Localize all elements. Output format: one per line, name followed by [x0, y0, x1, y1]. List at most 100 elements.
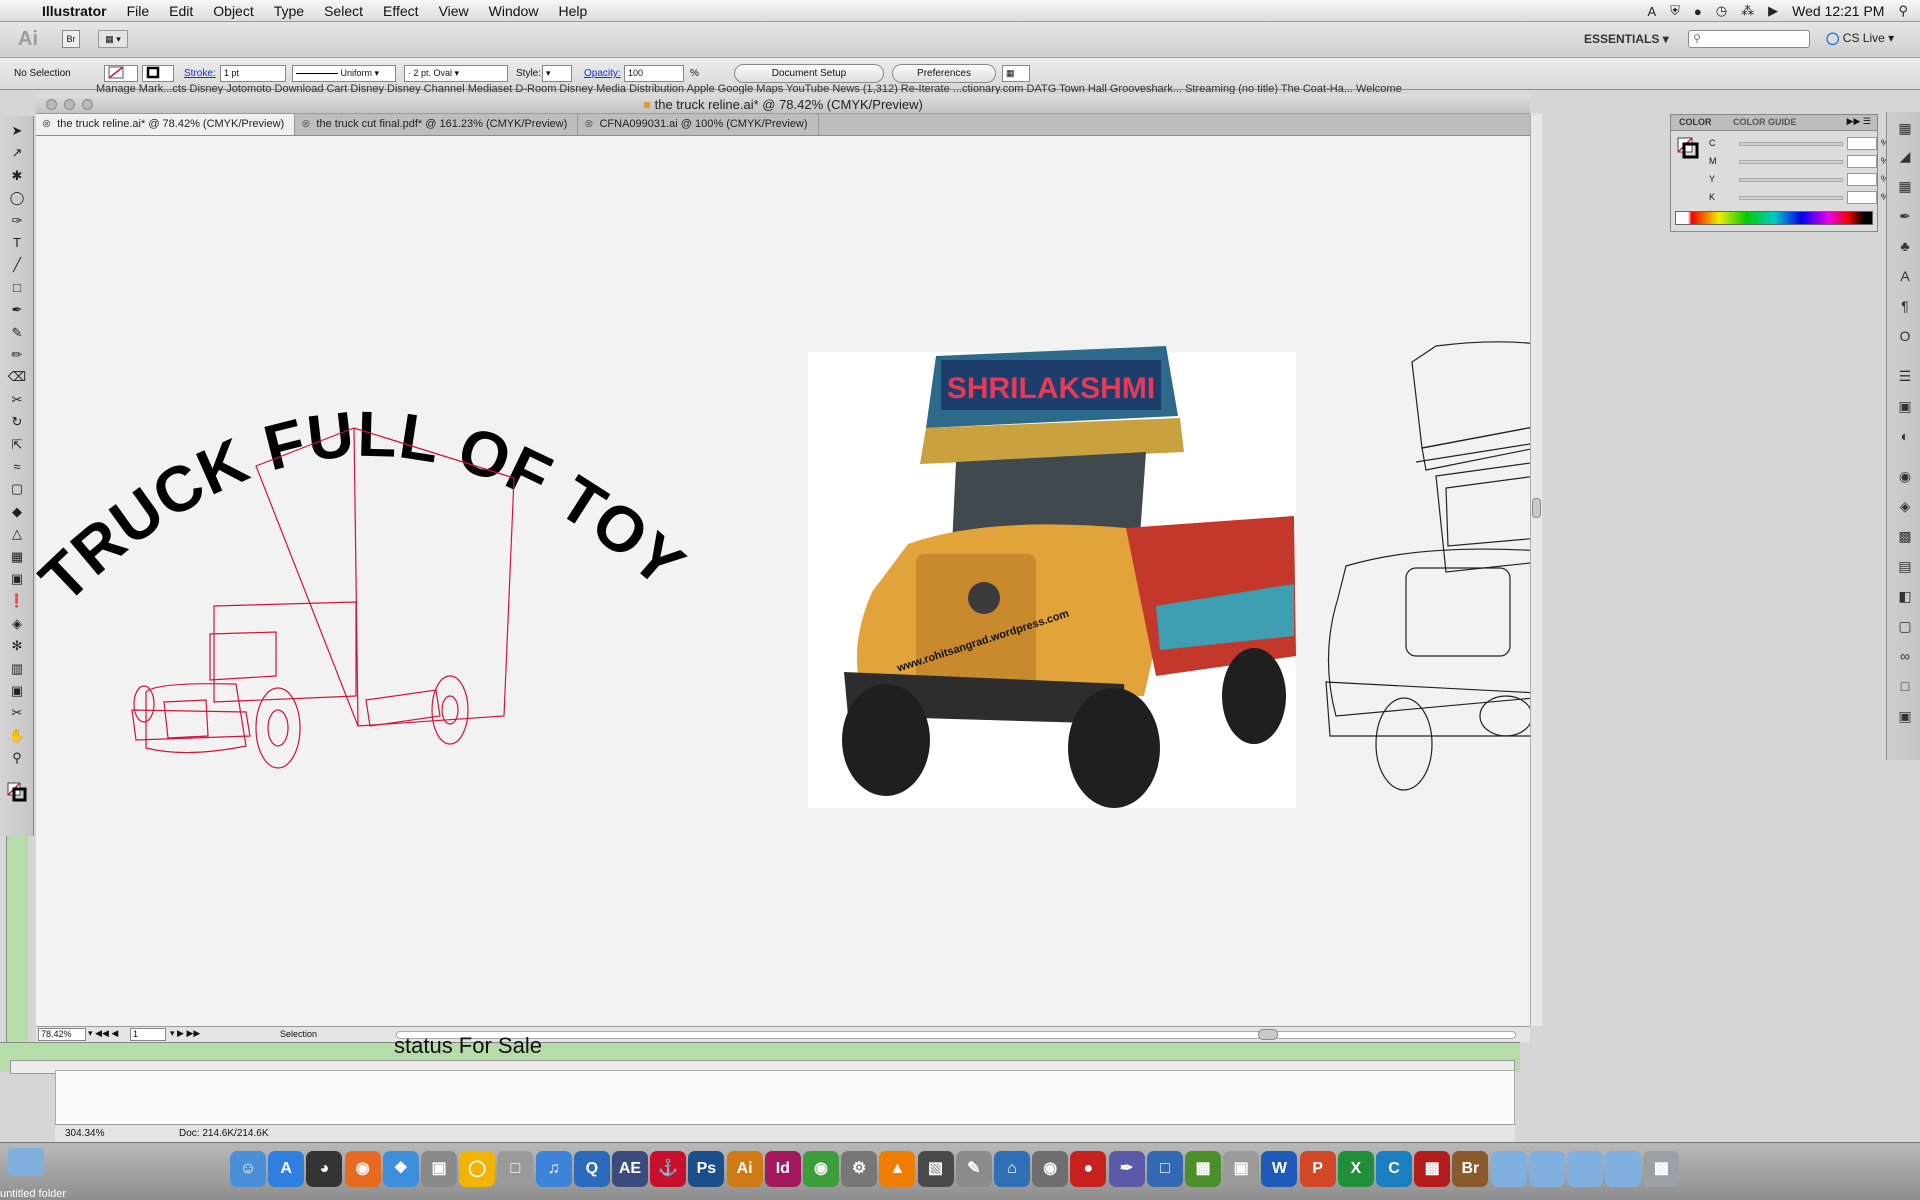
slice-icon[interactable]: ✂: [7, 704, 27, 722]
opacity-field[interactable]: 100: [624, 65, 684, 82]
color-guide-icon[interactable]: ◢: [1895, 146, 1915, 166]
menu-help[interactable]: Help: [558, 3, 587, 19]
menu-window[interactable]: Window: [489, 3, 539, 19]
menu-edit[interactable]: Edit: [169, 3, 193, 19]
symbol-sprayer-icon[interactable]: ✻: [7, 637, 27, 655]
arrange-documents-button[interactable]: ▦ ▾: [98, 30, 128, 48]
perspective-icon[interactable]: △: [7, 525, 27, 543]
camera-icon[interactable]: ◉: [1032, 1151, 1069, 1187]
app-store-icon[interactable]: A: [268, 1151, 305, 1187]
indesign-icon[interactable]: Id: [764, 1151, 801, 1187]
black-value[interactable]: [1847, 191, 1877, 204]
yellow-slider[interactable]: [1739, 178, 1843, 182]
brushes-icon[interactable]: ✒: [1895, 206, 1915, 226]
home-icon[interactable]: ⌂: [994, 1151, 1030, 1187]
itunes-icon[interactable]: ♫: [535, 1151, 572, 1187]
cyan-value[interactable]: [1847, 137, 1877, 150]
preferences-button[interactable]: Preferences: [892, 64, 996, 83]
panel-menu-icon[interactable]: ▶▶ ☰: [1847, 116, 1871, 127]
pen-app-icon[interactable]: ✒: [1108, 1151, 1145, 1187]
hand-icon[interactable]: ✋: [7, 727, 27, 745]
selection-icon[interactable]: ➤: [7, 122, 27, 140]
powerpoint-icon[interactable]: P: [1299, 1151, 1336, 1187]
zoom-dropdown-icon[interactable]: ▾ ◀◀ ◀: [88, 1028, 118, 1039]
magic-wand-icon[interactable]: ✱: [7, 167, 27, 185]
layers-icon[interactable]: ◈: [1895, 496, 1915, 516]
transparency-icon[interactable]: ◐: [1895, 426, 1915, 446]
graphic-styles-icon[interactable]: ▩: [1895, 526, 1915, 546]
align-icon[interactable]: ▤: [1895, 556, 1915, 576]
utility-icon[interactable]: ▧: [917, 1151, 954, 1187]
shield-icon[interactable]: ⛨: [1670, 3, 1680, 19]
volume-icon[interactable]: ▶: [1768, 3, 1778, 19]
magenta-slider[interactable]: [1739, 160, 1843, 164]
vertical-scrollbar[interactable]: [1530, 114, 1542, 1026]
variable-width-profile[interactable]: Uniform ▾: [292, 65, 396, 82]
quicktime-icon[interactable]: Q: [573, 1151, 610, 1187]
tab-truck-cut-final[interactable]: ⊗ the truck cut final.pdf* @ 161.23% (CMY…: [295, 114, 579, 135]
box-icon[interactable]: ▣: [1223, 1151, 1260, 1187]
cyan-slider-row[interactable]: C %: [1699, 137, 1889, 151]
menu-file[interactable]: File: [127, 3, 150, 19]
blob-brush-icon[interactable]: ✏: [7, 346, 27, 364]
paragraph-icon[interactable]: ¶: [1895, 296, 1915, 316]
brush-definition[interactable]: · 2 pt. Oval ▾: [404, 65, 508, 82]
navigator-icon[interactable]: ▣: [1895, 706, 1915, 726]
current-tool-status[interactable]: Selection: [280, 1029, 317, 1039]
stroke-weight-field[interactable]: 1 pt: [220, 65, 286, 82]
firefox-icon[interactable]: ◉: [344, 1151, 381, 1187]
transform-icon[interactable]: ▢: [1895, 616, 1915, 636]
horizontal-scroll-thumb[interactable]: [1258, 1029, 1278, 1040]
close-tab-icon[interactable]: ⊗: [584, 118, 593, 130]
opacity-label[interactable]: Opacity:: [584, 68, 621, 79]
stroke-swatch[interactable]: [142, 65, 174, 82]
workspace-switcher[interactable]: ESSENTIALS ▾: [1584, 32, 1669, 46]
record-icon[interactable]: ●: [1070, 1151, 1107, 1187]
trash-icon[interactable]: ▩: [1643, 1151, 1680, 1187]
opentype-icon[interactable]: O: [1895, 326, 1915, 346]
search-field[interactable]: ⚲: [1688, 30, 1810, 48]
lineart-truck[interactable]: [1325, 341, 1530, 800]
system-preferences-icon[interactable]: ⚙: [841, 1151, 878, 1187]
tab-truck-reline[interactable]: ⊗ the truck reline.ai* @ 78.42% (CMYK/Pre…: [36, 114, 296, 135]
rotate-icon[interactable]: ↻: [7, 413, 27, 431]
menu-object[interactable]: Object: [213, 3, 253, 19]
pathfinder-icon[interactable]: ◧: [1895, 586, 1915, 606]
magenta-value[interactable]: [1847, 155, 1877, 168]
swatches-icon[interactable]: ▦: [1895, 176, 1915, 196]
eraser-icon[interactable]: ⌫: [7, 368, 27, 386]
desktop-folder-icon[interactable]: [8, 1148, 44, 1176]
illustrator-icon[interactable]: Ai: [726, 1151, 763, 1187]
black-slider[interactable]: [1739, 196, 1843, 200]
appearance-icon[interactable]: ◉: [1895, 466, 1915, 486]
rectangle-icon[interactable]: □: [7, 279, 27, 297]
folder-icon[interactable]: [1605, 1151, 1642, 1187]
fill-swatch[interactable]: [104, 65, 138, 82]
lock-icon[interactable]: ●: [1694, 4, 1702, 19]
magenta-slider-row[interactable]: M %: [1699, 155, 1889, 169]
word-icon[interactable]: W: [1261, 1151, 1298, 1187]
headline-text[interactable]: TRUCK FULL OF TOYS!: [36, 136, 699, 616]
pencil-icon[interactable]: ✎: [7, 324, 27, 342]
character-icon[interactable]: A: [1895, 266, 1915, 286]
photo-truck[interactable]: SHRILAKSHMI www.rohitsangrad.wordpress.c…: [808, 346, 1296, 808]
photos-icon[interactable]: ▣: [421, 1151, 457, 1187]
mesh-icon[interactable]: ▦: [7, 548, 27, 566]
folder-icon[interactable]: [1567, 1151, 1603, 1187]
zoom-level-field[interactable]: 78.42%: [38, 1028, 86, 1041]
page-field[interactable]: 1: [130, 1028, 166, 1041]
adobe-icon[interactable]: A: [1647, 4, 1656, 19]
presentation-icon[interactable]: ▩: [1414, 1151, 1451, 1187]
app-menu[interactable]: Illustrator: [42, 3, 107, 19]
safari-icon[interactable]: ❖: [382, 1151, 419, 1187]
vlc-icon[interactable]: ▲: [879, 1151, 916, 1187]
column-graph-icon[interactable]: ▥: [7, 660, 27, 678]
spotlight-icon[interactable]: ⚲: [1898, 3, 1908, 19]
after-effects-icon[interactable]: AE: [612, 1151, 648, 1187]
tab-cfna099031[interactable]: ⊗ CFNA099031.ai @ 100% (CMYK/Preview): [578, 114, 819, 135]
yellow-slider-row[interactable]: Y %: [1699, 173, 1889, 187]
scale-icon[interactable]: ⇱: [7, 436, 27, 454]
close-tab-icon[interactable]: ⊗: [301, 118, 310, 130]
cs-live-button[interactable]: ◯ CS Live ▾: [1826, 31, 1894, 45]
folder-icon[interactable]: [1490, 1151, 1527, 1187]
